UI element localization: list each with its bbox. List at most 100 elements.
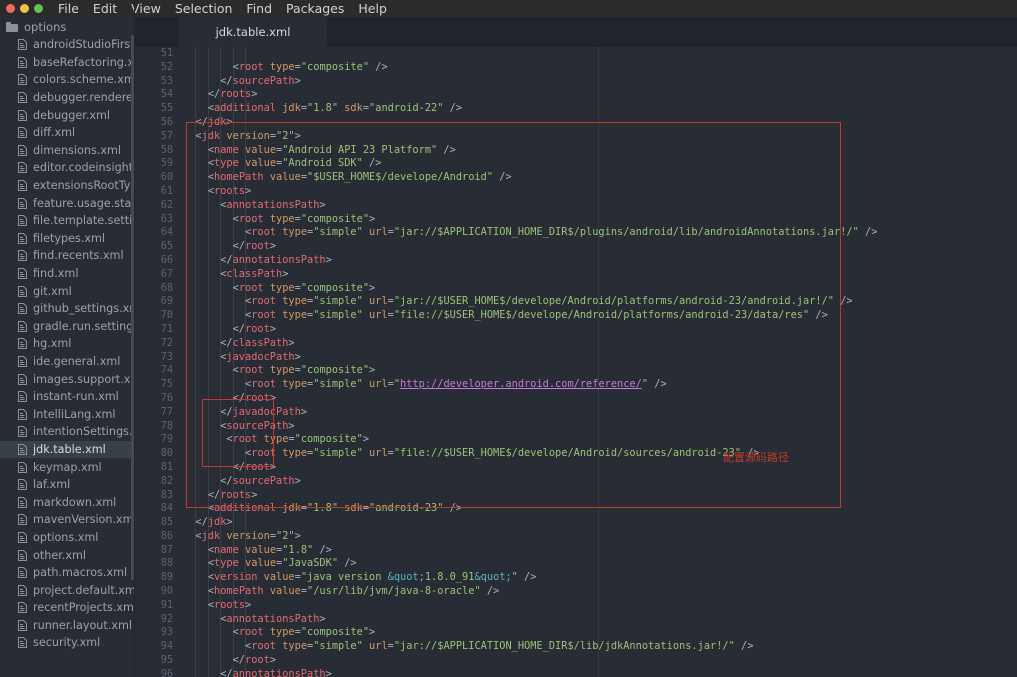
- file-list-item[interactable]: instant-run.xml: [0, 388, 135, 406]
- line-number: 78: [135, 420, 173, 434]
- code-line-text: </root>: [183, 654, 276, 668]
- code-line: 83 </roots>: [135, 489, 1017, 503]
- file-list-item[interactable]: debugger.renderers.xml: [0, 89, 135, 107]
- file-list-item[interactable]: diff.xml: [0, 124, 135, 142]
- menu-item-packages[interactable]: Packages: [279, 0, 351, 17]
- code-line: 80 <root type="simple" url="file://$USER…: [135, 447, 1017, 461]
- code-line: 67 <classPath>: [135, 268, 1017, 282]
- code-line-text: </javadocPath>: [183, 406, 307, 420]
- file-list-item[interactable]: hg.xml: [0, 335, 135, 353]
- menu-item-selection[interactable]: Selection: [168, 0, 240, 17]
- file-name-label: dimensions.xml: [33, 144, 121, 157]
- line-number: 56: [135, 116, 173, 130]
- file-list-item[interactable]: git.xml: [0, 282, 135, 300]
- file-icon: [18, 550, 27, 561]
- file-list-item[interactable]: ide.general.xml: [0, 353, 135, 371]
- code-line-text: <root type="simple" url="jar://$APPLICAT…: [183, 226, 877, 240]
- code-content[interactable]: 5152 <root type="composite" />53 </sourc…: [135, 47, 1017, 677]
- file-list-item[interactable]: dimensions.xml: [0, 142, 135, 160]
- line-number: 52: [135, 61, 173, 75]
- file-list-item[interactable]: find.xml: [0, 265, 135, 283]
- code-line-text: <root type="composite">: [183, 626, 375, 640]
- file-tree-sidebar[interactable]: options androidStudioFirstRun.x baseRefac…: [0, 17, 135, 677]
- file-icon: [18, 391, 27, 402]
- file-list-item[interactable]: github_settings.xml: [0, 300, 135, 318]
- file-name-label: security.xml: [33, 636, 100, 649]
- line-number: 71: [135, 323, 173, 337]
- file-name-label: git.xml: [33, 285, 72, 298]
- code-line-text: <homePath value="/usr/lib/jvm/java-8-ora…: [183, 585, 499, 599]
- folder-icon: [6, 22, 18, 32]
- line-number: 77: [135, 406, 173, 420]
- code-line-text: </sourcePath>: [183, 75, 301, 89]
- menu-item-view[interactable]: View: [124, 0, 168, 17]
- file-list-item[interactable]: markdown.xml: [0, 493, 135, 511]
- file-list-item[interactable]: jdk.table.xml: [0, 441, 135, 459]
- code-line-text: <version value="java version &quot;1.8.0…: [183, 571, 536, 585]
- code-line: 65 </root>: [135, 240, 1017, 254]
- file-icon: [18, 127, 27, 138]
- file-list-item[interactable]: project.default.xml: [0, 581, 135, 599]
- file-list-item[interactable]: find.recents.xml: [0, 247, 135, 265]
- line-number: 84: [135, 502, 173, 516]
- code-line: 59 <type value="Android SDK" />: [135, 157, 1017, 171]
- file-list-item[interactable]: editor.codeinsight.xml: [0, 159, 135, 177]
- code-line: 63 <root type="composite">: [135, 213, 1017, 227]
- file-list-item[interactable]: IntelliLang.xml: [0, 405, 135, 423]
- minimize-button[interactable]: [20, 4, 29, 13]
- code-line: 71 </root>: [135, 323, 1017, 337]
- file-list-item[interactable]: path.macros.xml: [0, 564, 135, 582]
- file-list-item[interactable]: debugger.xml: [0, 106, 135, 124]
- file-icon: [18, 268, 27, 279]
- file-name-label: androidStudioFirstRun.x: [33, 38, 135, 51]
- file-name-label: keymap.xml: [33, 461, 102, 474]
- file-list-item[interactable]: mavenVersion.xml: [0, 511, 135, 529]
- menu-item-edit[interactable]: Edit: [86, 0, 124, 17]
- code-line-text: </root>: [183, 240, 276, 254]
- file-list-item[interactable]: recentProjects.xml: [0, 599, 135, 617]
- code-lines: 5152 <root type="composite" />53 </sourc…: [135, 47, 1017, 677]
- file-icon: [18, 514, 27, 525]
- zoom-button[interactable]: [34, 4, 43, 13]
- file-list-item[interactable]: keymap.xml: [0, 458, 135, 476]
- code-line-text: </jdk>: [183, 516, 233, 530]
- tree-root-options[interactable]: options: [0, 17, 135, 36]
- file-list-item[interactable]: feature.usage.statistics.: [0, 194, 135, 212]
- editor-pane[interactable]: jdk.table.xml 5152 <root type="composite…: [135, 17, 1017, 677]
- file-icon: [18, 532, 27, 543]
- file-list-item[interactable]: other.xml: [0, 546, 135, 564]
- file-list-item[interactable]: androidStudioFirstRun.x: [0, 36, 135, 54]
- menu-item-find[interactable]: Find: [239, 0, 279, 17]
- code-line: 57 <jdk version="2">: [135, 130, 1017, 144]
- file-name-label: hg.xml: [33, 337, 71, 350]
- file-list-item[interactable]: gradle.run.settings.xml: [0, 318, 135, 336]
- tab-jdk-table-xml[interactable]: jdk.table.xml: [179, 17, 327, 47]
- file-icon: [18, 426, 27, 437]
- file-list-item[interactable]: options.xml: [0, 529, 135, 547]
- line-number: 80: [135, 447, 173, 461]
- code-line-text: </root>: [183, 323, 276, 337]
- file-name-label: runner.layout.xml: [33, 619, 132, 632]
- file-list-item[interactable]: security.xml: [0, 634, 135, 652]
- tab-bar: jdk.table.xml: [135, 17, 1017, 47]
- file-list-item[interactable]: file.template.settings.xr: [0, 212, 135, 230]
- line-number: 70: [135, 309, 173, 323]
- menu-item-help[interactable]: Help: [351, 0, 394, 17]
- file-list-item[interactable]: laf.xml: [0, 476, 135, 494]
- line-number: 55: [135, 102, 173, 116]
- file-list-item[interactable]: baseRefactoring.xml: [0, 54, 135, 72]
- file-icon: [18, 162, 27, 173]
- file-list-item[interactable]: intentionSettings.xml: [0, 423, 135, 441]
- file-icon: [18, 374, 27, 385]
- code-line-text: </annotationsPath>: [183, 254, 332, 268]
- file-list-item[interactable]: colors.scheme.xml: [0, 71, 135, 89]
- code-line: 95 </root>: [135, 654, 1017, 668]
- file-list-item[interactable]: filetypes.xml: [0, 230, 135, 248]
- menu-item-file[interactable]: File: [51, 0, 86, 17]
- line-number: 61: [135, 185, 173, 199]
- file-list-item[interactable]: images.support.xml: [0, 370, 135, 388]
- file-list-item[interactable]: extensionsRootType.xm: [0, 177, 135, 195]
- file-list-item[interactable]: runner.layout.xml: [0, 617, 135, 635]
- line-number: 73: [135, 351, 173, 365]
- close-button[interactable]: [6, 4, 15, 13]
